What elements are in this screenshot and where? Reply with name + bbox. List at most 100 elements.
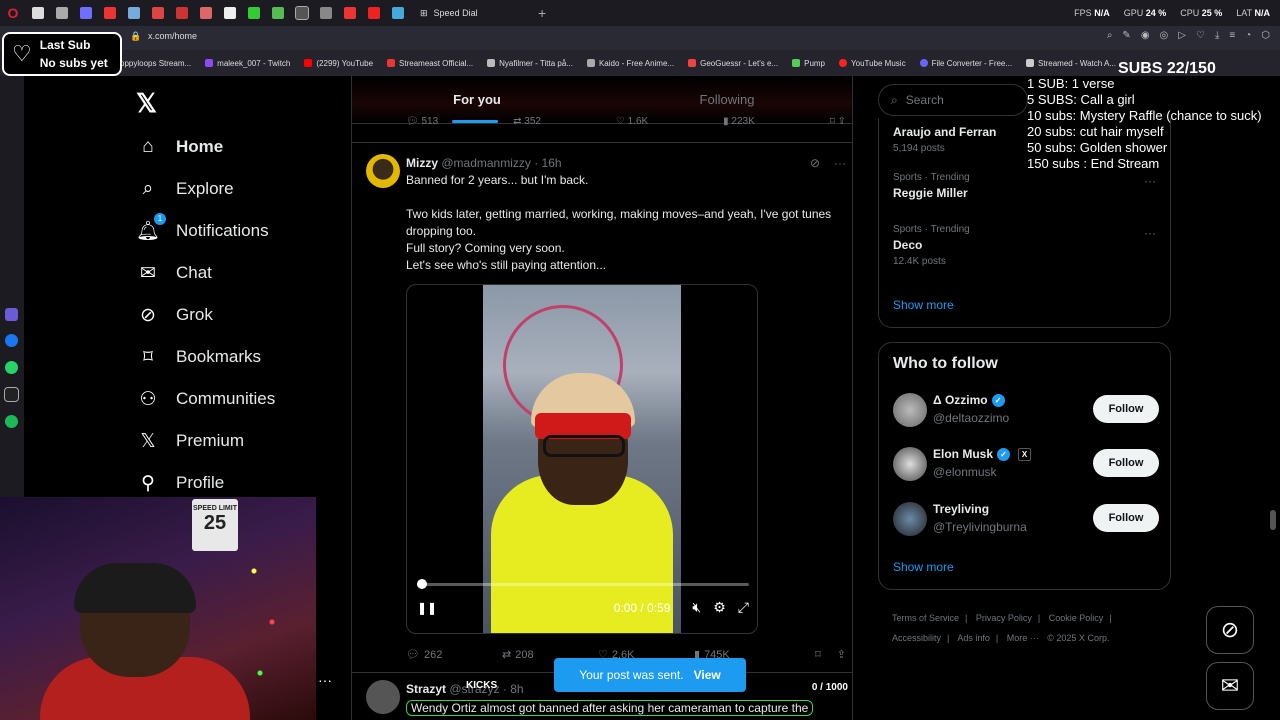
spotify-icon[interactable] xyxy=(5,415,18,428)
bookmark-item[interactable]: GeoGuessr - Let's e... xyxy=(688,59,778,68)
shield-icon[interactable]: ◎ xyxy=(1160,30,1169,41)
tab-icon[interactable] xyxy=(224,7,236,19)
avatar[interactable] xyxy=(366,680,400,714)
who-to-follow-show-more[interactable]: Show more xyxy=(893,560,954,574)
whatsapp-icon[interactable] xyxy=(5,361,18,374)
bookmark-item[interactable]: Nyafilmer - Titta på... xyxy=(487,59,573,68)
search-input[interactable]: ⌕ Search xyxy=(878,84,1028,116)
play-icon[interactable]: ▷ xyxy=(1178,30,1186,41)
avatar[interactable] xyxy=(893,447,927,481)
x-logo[interactable]: 𝕏 xyxy=(136,88,157,119)
pause-icon[interactable]: ❚❚ xyxy=(417,601,437,615)
trend-item[interactable]: Araujo and Ferran 5,194 posts xyxy=(893,122,996,154)
grok-icon[interactable]: ⊘ xyxy=(810,156,820,170)
tab-icon[interactable] xyxy=(80,7,92,19)
more-icon[interactable]: ··· xyxy=(1144,174,1156,188)
bookmark-icon[interactable]: ⌑ xyxy=(815,648,821,661)
messenger-icon[interactable] xyxy=(5,334,18,347)
messages-fab[interactable]: ✉ xyxy=(1206,662,1254,710)
bookmark-icon[interactable]: ⌑ ⇪ xyxy=(830,116,846,127)
footer-link[interactable]: Accessibility xyxy=(892,633,941,643)
footer-link[interactable]: Ads info xyxy=(957,633,990,643)
x-sidebar-icon[interactable] xyxy=(4,387,19,402)
bookmark-item[interactable]: Streamed - Watch A... xyxy=(1026,59,1116,68)
toast-view-link[interactable]: View xyxy=(694,668,721,682)
author-handle[interactable]: @madmanmizzy · 16h xyxy=(441,156,561,170)
reply-count[interactable]: 💬︎ 513 xyxy=(406,116,438,127)
footer-link[interactable]: Privacy Policy xyxy=(976,613,1032,623)
tab-icon-x[interactable] xyxy=(295,6,309,20)
nav-bookmarks[interactable]: ⌑ Bookmarks xyxy=(136,336,275,378)
trend-item[interactable]: Sports · Trending Reggie Miller xyxy=(893,172,970,200)
page-scrollbar[interactable] xyxy=(1270,510,1276,530)
tab-icon[interactable] xyxy=(152,7,164,19)
reply-button[interactable]: 💬︎ 262 xyxy=(406,648,502,662)
nav-communities[interactable]: ⚇ Communities xyxy=(136,378,275,420)
follow-button[interactable]: Follow xyxy=(1093,504,1159,532)
follow-suggestion[interactable]: Δ Ozzimo ✓ @deltaozzimo Follow xyxy=(893,391,1159,431)
author-name[interactable]: Strazyt xyxy=(406,682,446,696)
lock-icon[interactable]: 🔒 xyxy=(130,31,141,42)
avatar[interactable] xyxy=(893,502,927,536)
avatar[interactable] xyxy=(366,154,400,188)
more-icon[interactable]: ··· xyxy=(318,672,332,688)
bookmark-item[interactable]: oppyloops Stream... xyxy=(120,59,191,68)
tab-icon[interactable] xyxy=(32,7,44,19)
tab-icon[interactable] xyxy=(200,7,212,19)
opera-logo[interactable]: O xyxy=(0,0,26,26)
trend-item[interactable]: Sports · Trending Deco 12.4K posts xyxy=(893,224,970,267)
bookmark-item[interactable]: YouTube Music xyxy=(839,59,906,68)
progress-knob[interactable] xyxy=(417,579,427,589)
view-count[interactable]: ▮ 223K xyxy=(723,116,755,127)
nav-premium[interactable]: 𝕏 Premium xyxy=(136,420,275,462)
tab-icon[interactable] xyxy=(248,7,260,19)
search-icon[interactable]: ⌕ xyxy=(1107,30,1113,41)
nav-explore[interactable]: ⌕ Explore xyxy=(136,168,275,210)
bookmark-item[interactable]: (2299) YouTube xyxy=(304,59,373,68)
menu-icon[interactable]: ≡ xyxy=(1229,30,1235,41)
heart-icon[interactable]: ♡ xyxy=(1196,30,1205,41)
tab-speed-dial[interactable]: ⊞ Speed Dial xyxy=(410,0,530,26)
footer-link[interactable]: More ··· xyxy=(1007,633,1039,643)
repost-count[interactable]: ⇄ 352 xyxy=(513,116,541,127)
footer-link[interactable]: Terms of Service xyxy=(892,613,959,623)
tab-icon[interactable] xyxy=(272,7,284,19)
nav-notifications[interactable]: 🔔︎ 1 Notifications xyxy=(136,210,275,252)
mute-icon[interactable]: 🔇︎ xyxy=(692,599,701,616)
footer-link[interactable]: Cookie Policy xyxy=(1049,613,1104,623)
like-count[interactable]: ♡ 1.6K xyxy=(616,116,648,127)
tab-icon[interactable] xyxy=(128,7,140,19)
bookmark-item[interactable]: Pump xyxy=(792,59,825,68)
avatar[interactable] xyxy=(893,393,927,427)
tab-icon[interactable] xyxy=(344,7,356,19)
nav-grok[interactable]: ⊘ Grok xyxy=(136,294,275,336)
profile-icon[interactable]: ◔ xyxy=(1245,30,1251,41)
tab-icon[interactable] xyxy=(368,7,380,19)
settings-icon[interactable]: ⚙ xyxy=(713,599,726,616)
tab-icon[interactable] xyxy=(320,7,332,19)
bookmark-item[interactable]: File Converter - Free... xyxy=(919,59,1012,68)
nav-home[interactable]: ⌂ Home xyxy=(136,126,275,168)
new-tab-button[interactable]: + xyxy=(538,5,546,21)
fullscreen-icon[interactable]: ⤢ xyxy=(738,599,749,616)
nav-chat[interactable]: ✉ Chat xyxy=(136,252,275,294)
bookmark-item[interactable]: maleek_007 - Twitch xyxy=(205,59,290,68)
follow-suggestion[interactable]: Elon Musk ✓ X @elonmusk Follow xyxy=(893,445,1159,485)
edit-icon[interactable]: ✎ xyxy=(1122,30,1130,41)
aria-icon[interactable] xyxy=(5,308,18,321)
follow-suggestion[interactable]: Treyliving @Treylivingburna Follow xyxy=(893,500,1159,540)
follow-button[interactable]: Follow xyxy=(1093,449,1159,477)
video-player[interactable]: ❚❚ 0:00 / 0:59 🔇︎ ⚙ ⤢ xyxy=(406,284,758,634)
camera-icon[interactable]: ◉ xyxy=(1141,30,1150,41)
tab-icon[interactable] xyxy=(104,7,116,19)
bookmark-item[interactable]: Kaido - Free Anime... xyxy=(586,59,674,68)
grok-fab[interactable]: ⊘ xyxy=(1206,606,1254,654)
share-icon[interactable]: ⇪ xyxy=(837,648,846,661)
url-field[interactable]: x.com/home xyxy=(148,31,197,41)
extensions-icon[interactable]: ⬡ xyxy=(1261,30,1270,41)
bookmark-item[interactable]: Streameast Official... xyxy=(387,59,473,68)
more-icon[interactable]: ··· xyxy=(1144,226,1156,240)
tab-icon[interactable] xyxy=(56,7,68,19)
download-icon[interactable]: ⤓ xyxy=(1215,30,1219,41)
tab-icon[interactable] xyxy=(392,7,404,19)
